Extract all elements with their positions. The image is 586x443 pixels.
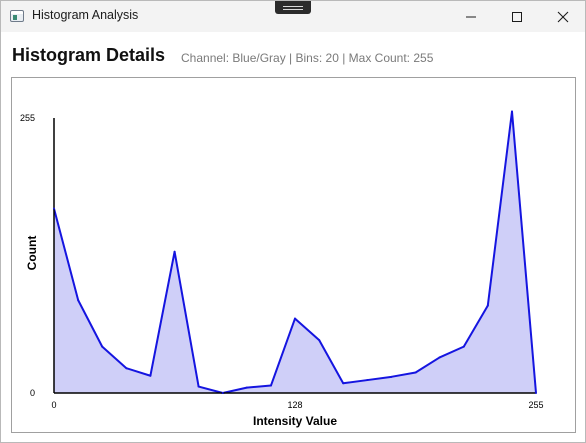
y-tick-label-0: 0 (30, 388, 35, 398)
app-icon (10, 10, 24, 22)
close-icon (557, 11, 569, 22)
data-point-15 (414, 371, 417, 374)
y-axis-label: Count (25, 236, 39, 271)
data-point-11 (318, 339, 321, 342)
data-point-16 (438, 356, 441, 359)
data-point-5 (173, 250, 176, 253)
window-title: Histogram Analysis (32, 8, 139, 22)
x-axis-label: Intensity Value (253, 414, 337, 428)
data-point-0 (53, 207, 55, 210)
histogram-chart-panel: 0 128 255 0 255 Intensity Value Count (11, 77, 576, 433)
minimize-button[interactable] (448, 1, 494, 32)
close-button[interactable] (540, 1, 586, 32)
data-point-10 (294, 317, 296, 320)
maximize-button[interactable] (494, 1, 540, 32)
data-point-13 (366, 379, 369, 382)
data-point-7 (221, 392, 224, 394)
data-point-1 (77, 299, 80, 302)
minimize-icon (466, 16, 476, 17)
data-point-2 (101, 345, 104, 348)
data-point-14 (390, 375, 393, 378)
title-bar[interactable]: Histogram Analysis (1, 1, 585, 32)
maximize-icon (512, 11, 522, 22)
x-tick-label-1: 128 (287, 400, 302, 410)
histogram-area-fill (54, 111, 536, 393)
data-point-17 (462, 345, 465, 348)
data-point-4 (149, 374, 152, 377)
page-title: Histogram Details (12, 45, 166, 65)
drag-grip-icon[interactable] (275, 1, 311, 14)
x-tick-label-2: 255 (528, 400, 543, 410)
data-point-9 (269, 384, 272, 387)
x-tick-label-0: 0 (51, 400, 56, 410)
data-point-18 (486, 304, 489, 307)
data-point-12 (342, 382, 345, 385)
data-point-19 (510, 110, 513, 113)
data-point-6 (197, 385, 200, 388)
app-window: Histogram Analysis Histogram Details Cha… (0, 0, 586, 443)
y-tick-label-1: 255 (20, 113, 35, 123)
data-point-20 (535, 392, 537, 394)
data-point-8 (245, 386, 248, 389)
data-point-3 (125, 367, 128, 370)
histogram-summary: Channel: Blue/Gray | Bins: 20 | Max Coun… (181, 51, 434, 65)
histogram-chart: 0 128 255 0 255 Intensity Value Count (20, 110, 544, 428)
